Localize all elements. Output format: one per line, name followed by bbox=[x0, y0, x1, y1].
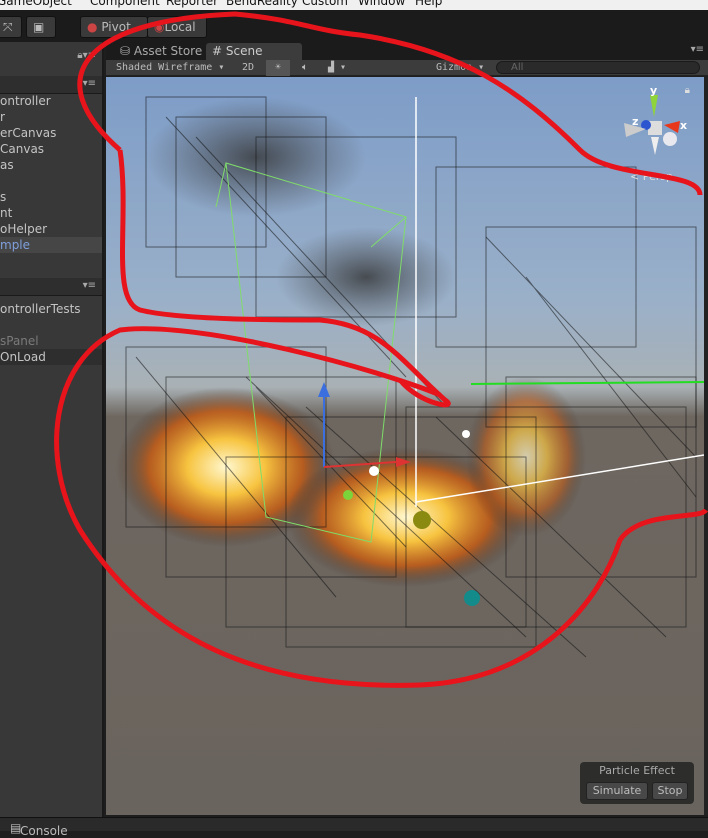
particle-effect-panel: Particle Effect Simulate Stop bbox=[580, 762, 694, 804]
console-label: Console bbox=[20, 824, 68, 838]
simulate-button[interactable]: Simulate bbox=[586, 782, 648, 800]
particle-effect-title: Particle Effect bbox=[599, 764, 675, 777]
tab-console[interactable]: ▤ Console bbox=[10, 821, 68, 838]
console-tab-bar: ▤ Console bbox=[0, 817, 708, 838]
stop-button[interactable]: Stop bbox=[652, 782, 688, 800]
red-annotation-circles bbox=[54, 11, 708, 688]
